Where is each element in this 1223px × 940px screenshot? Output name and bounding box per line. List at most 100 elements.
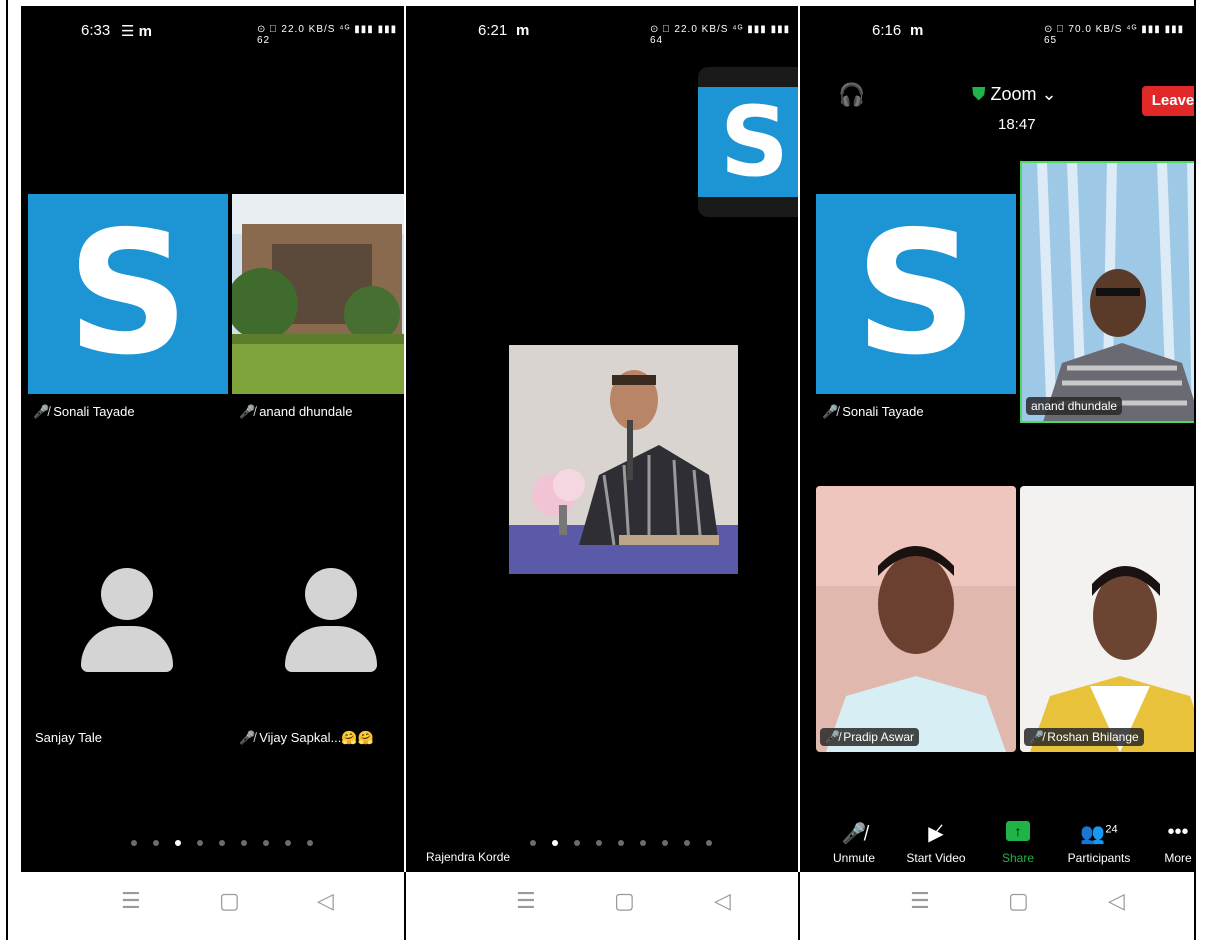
leave-button[interactable]: Leave [1142,86,1194,116]
page-dot[interactable] [241,840,247,846]
phone-screen-zoom-meeting: 6:16 m ⊙ ⃞ 70.0 KB/S ⁴ᴳ ▮▮▮ ▮▮▮ 65 🎧 ⛊ Z… [800,6,1194,872]
android-nav-bar: ☰ ▢ ◁ [21,872,404,940]
video-tile-pradip[interactable]: 🎤̸ Pradip Aswar [816,486,1016,752]
headset-icon[interactable]: 🎧 [838,82,865,108]
tile-label-pradip: 🎤̸ Pradip Aswar [820,728,919,746]
share-arrow-icon: ↑ [996,821,1040,845]
tile-label-anand: anand dhundale [1026,397,1123,415]
speaker-photo [509,345,738,574]
page-dot[interactable] [263,840,269,846]
menu-icon[interactable]: ☰ [516,890,536,912]
skype-s-logo: S [66,195,190,393]
grid-line-left [6,0,8,940]
video-tile-roshan[interactable]: 🎤̸ Roshan Bhilange [1020,486,1194,752]
page-dot[interactable] [596,840,602,846]
skype-s-logo: S [719,87,790,197]
android-nav-bar: ☰ ▢ ◁ [406,872,798,940]
participants-icon: 👥24 [1080,823,1118,845]
avatar-sanjay[interactable] [81,568,173,672]
participants-count: 24 [1105,823,1118,836]
page-dot[interactable] [307,840,313,846]
page-dot[interactable] [153,840,159,846]
page-dot[interactable] [574,840,580,846]
page-dot-active[interactable] [552,840,558,846]
meeting-timer: 18:47 [998,116,1036,133]
speaker-name-label: Rajendra Korde [426,850,511,864]
page-dot-active[interactable] [175,840,181,846]
mic-muted-icon: 🎤̸ [33,404,50,419]
back-icon[interactable]: ◁ [714,890,731,912]
page-dot[interactable] [131,840,137,846]
tile-label-sonali: 🎤̸ Sonali Tayade [33,404,135,419]
start-video-button[interactable]: ▶̸ Start Video [900,821,972,865]
video-off-icon: ▶̸ [928,823,944,845]
tile-label-vijay: 🎤̸ Vijay Sapkal...🤗🤗 [239,730,374,745]
pradip-video [816,486,1016,752]
more-button[interactable]: ••• More [1158,821,1194,865]
page-dot[interactable] [662,840,668,846]
avatar-vijay[interactable] [285,568,377,672]
unmute-button[interactable]: 🎤̸ Unmute [828,821,880,865]
skype-s-tile: S [698,87,798,197]
more-dots-icon: ••• [1167,821,1189,843]
video-tile-sonali[interactable]: S [816,194,1016,394]
page-indicator[interactable] [131,840,313,846]
avatar-head [305,568,357,620]
tile-label-anand: 🎤̸ anand dhundale [239,404,353,419]
grid-line-right [1194,0,1196,940]
page-dot[interactable] [197,840,203,846]
status-icons: m [516,22,530,39]
status-indicators: ⊙ ⃞ 22.0 KB/S ⁴ᴳ ▮▮▮ ▮▮▮ 64 [650,24,791,46]
tile-label-roshan: 🎤̸ Roshan Bhilange [1024,728,1144,746]
android-nav-bar: ☰ ▢ ◁ [800,872,1194,940]
anand-video [1022,163,1194,421]
page-dot[interactable] [706,840,712,846]
home-icon[interactable]: ▢ [1008,890,1029,912]
status-indicators: ⊙ ⃞ 70.0 KB/S ⁴ᴳ ▮▮▮ ▮▮▮ 65 [1044,24,1185,46]
page-dot[interactable] [684,840,690,846]
avatar-body [285,626,377,672]
skype-s-logo: S [854,195,978,393]
avatar-head [101,568,153,620]
mic-muted-icon: 🎤̸ [1029,730,1044,744]
status-time: 6:21 [478,22,508,39]
tile-label-sonali: 🎤̸ Sonali Tayade [822,404,924,419]
self-view-thumbnail[interactable]: S [698,67,798,217]
video-tile-anand-active[interactable]: anand dhundale [1020,161,1194,423]
home-icon[interactable]: ▢ [219,890,240,912]
home-icon[interactable]: ▢ [614,890,635,912]
mic-muted-icon: 🎤̸ [239,730,256,745]
encryption-shield-icon: ⛊ [972,84,986,104]
page-indicator[interactable] [530,840,712,846]
video-tile-anand[interactable] [232,194,404,394]
menu-icon[interactable]: ☰ [121,890,141,912]
tile-label-sanjay: Sanjay Tale [35,730,102,745]
status-icons: ☰ m [121,23,152,40]
meeting-title[interactable]: ⛊ Zoom ⌄ [972,84,1057,105]
roshan-video [1020,486,1194,752]
page-dot[interactable] [618,840,624,846]
page-dot[interactable] [530,840,536,846]
status-indicators: ⊙ ⃞ 22.0 KB/S ⁴ᴳ ▮▮▮ ▮▮▮ 62 [257,24,398,46]
back-icon[interactable]: ◁ [1108,890,1125,912]
mic-muted-icon: 🎤̸ [239,404,256,419]
page-dot[interactable] [285,840,291,846]
status-time: 6:33 [81,22,111,39]
page-dot[interactable] [640,840,646,846]
status-time: 6:16 [872,22,902,39]
phone-screen-gallery: 6:33 ☰ m ⊙ ⃞ 22.0 KB/S ⁴ᴳ ▮▮▮ ▮▮▮ 62 S 🎤… [21,6,404,872]
avatar-body [81,626,173,672]
back-icon[interactable]: ◁ [317,890,334,912]
mic-muted-icon: 🎤̸ [822,404,839,419]
participants-button[interactable]: 👥24 Participants [1062,821,1136,865]
phone-screen-speaker: 6:21 m ⊙ ⃞ 22.0 KB/S ⁴ᴳ ▮▮▮ ▮▮▮ 64 S Raj… [406,6,798,872]
status-icons: m [910,22,924,39]
active-speaker-video[interactable] [509,345,738,574]
share-button[interactable]: ↑ Share [996,821,1040,865]
building-photo [232,194,404,394]
menu-icon[interactable]: ☰ [910,890,930,912]
mic-muted-icon: 🎤̸ [825,730,840,744]
mic-muted-icon: 🎤̸ [841,823,867,845]
page-dot[interactable] [219,840,225,846]
video-tile-sonali[interactable]: S [28,194,228,394]
